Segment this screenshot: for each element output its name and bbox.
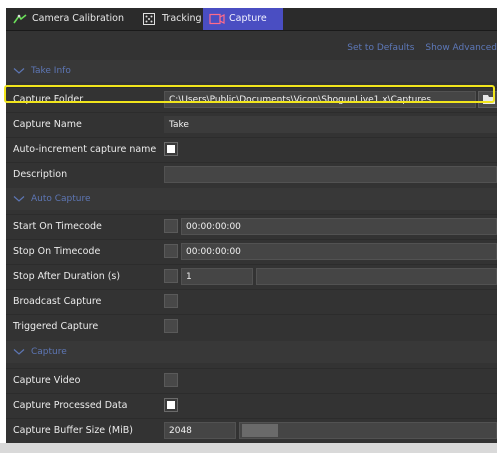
stop-on-timecode-checkbox[interactable]: [164, 244, 178, 258]
capture-processed-data-checkbox[interactable]: [164, 398, 178, 412]
camera-calibration-icon: [13, 13, 27, 23]
tab-tracking[interactable]: Tracking: [136, 8, 202, 30]
tab-capture[interactable]: Capture: [203, 8, 283, 30]
capture-processed-data-label: Capture Processed Data: [13, 400, 128, 411]
row-capture-name: Capture Name Take: [6, 112, 497, 136]
stop-after-duration-checkbox[interactable]: [164, 269, 178, 283]
capture-folder-field[interactable]: C:\Users\Public\Documents\Vicon\ShogunLi…: [164, 91, 476, 108]
section-auto-capture-label: Auto Capture: [31, 194, 91, 204]
capture-video-label: Capture Video: [13, 375, 81, 386]
start-timecode-field[interactable]: 00:00:00:00: [181, 218, 497, 235]
row-capture-buffer-size: Capture Buffer Size (MiB) 2048: [6, 418, 497, 442]
triggered-capture-label: Triggered Capture: [13, 321, 99, 332]
show-advanced-link[interactable]: Show Advanced: [425, 43, 497, 53]
auto-increment-checkbox[interactable]: [164, 142, 178, 156]
row-auto-increment: Auto-increment capture name: [6, 137, 497, 161]
tab-bar: Camera Calibration Tracking Capture: [6, 8, 497, 31]
stop-after-duration-label: Stop After Duration (s): [13, 271, 121, 282]
folder-icon: [483, 95, 495, 104]
broadcast-capture-checkbox[interactable]: [164, 294, 178, 308]
row-capture-folder: Capture Folder C:\Users\Public\Documents…: [6, 87, 497, 111]
section-take-info-label: Take Info: [31, 66, 71, 76]
section-take-info[interactable]: Take Info: [6, 60, 497, 82]
tab-tracking-label: Tracking: [162, 13, 202, 24]
stop-on-timecode-label: Stop On Timecode: [13, 246, 101, 257]
tab-capture-label: Capture: [229, 13, 267, 24]
capture-video-checkbox[interactable]: [164, 373, 178, 387]
section-capture-label: Capture: [31, 347, 67, 357]
capture-folder-label: Capture Folder: [13, 94, 84, 105]
browse-folder-button[interactable]: [478, 91, 497, 108]
section-auto-capture[interactable]: Auto Capture: [6, 188, 497, 210]
chevron-down-icon: [13, 67, 25, 74]
broadcast-capture-label: Broadcast Capture: [13, 296, 102, 307]
capture-buffer-size-label: Capture Buffer Size (MiB): [13, 425, 133, 436]
bottom-strip: [0, 443, 497, 453]
stop-timecode-field[interactable]: 00:00:00:00: [181, 243, 497, 260]
shogun-window: Camera Calibration Tracking Capture Set …: [0, 0, 497, 453]
description-label: Description: [13, 169, 68, 180]
row-broadcast-capture: Broadcast Capture: [6, 289, 497, 313]
triggered-capture-checkbox[interactable]: [164, 319, 178, 333]
panel-links: Set to Defaults Show Advanced: [336, 41, 497, 55]
start-on-timecode-checkbox[interactable]: [164, 219, 178, 233]
chevron-down-icon: [13, 195, 25, 202]
set-to-defaults-link[interactable]: Set to Defaults: [347, 43, 414, 53]
capture-name-label: Capture Name: [13, 119, 82, 130]
duration-field[interactable]: 1: [181, 268, 253, 285]
tab-camera-calibration-label: Camera Calibration: [32, 13, 124, 24]
capture-buffer-size-slider[interactable]: [239, 422, 497, 439]
capture-panel: Set to Defaults Show Advanced Take Info C…: [6, 31, 497, 453]
capture-buffer-size-field[interactable]: 2048: [164, 422, 236, 439]
slider-handle[interactable]: [242, 424, 278, 437]
row-capture-video: Capture Video: [6, 368, 497, 392]
duration-slider[interactable]: [256, 268, 497, 285]
capture-icon: [209, 13, 225, 24]
row-stop-after-duration: Stop After Duration (s) 1: [6, 264, 497, 288]
row-stop-on-timecode: Stop On Timecode 00:00:00:00: [6, 239, 497, 263]
tab-camera-calibration[interactable]: Camera Calibration: [6, 8, 134, 30]
capture-name-field[interactable]: Take: [164, 116, 497, 133]
row-start-on-timecode: Start On Timecode 00:00:00:00: [6, 214, 497, 238]
description-field[interactable]: [164, 166, 497, 183]
row-description: Description: [6, 162, 497, 186]
chevron-down-icon: [13, 348, 25, 355]
tracking-icon: [143, 12, 155, 25]
auto-increment-label: Auto-increment capture name: [13, 144, 157, 155]
start-on-timecode-label: Start On Timecode: [13, 221, 102, 232]
row-capture-processed-data: Capture Processed Data: [6, 393, 497, 417]
section-capture[interactable]: Capture: [6, 341, 497, 363]
row-triggered-capture: Triggered Capture: [6, 314, 497, 338]
